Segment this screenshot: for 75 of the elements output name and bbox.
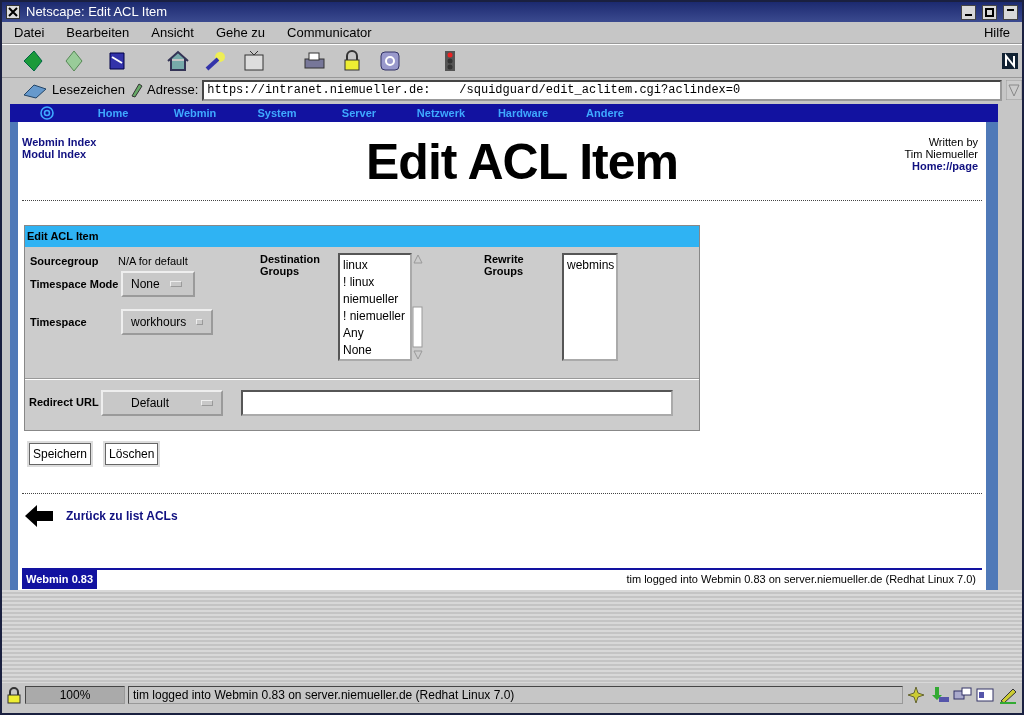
list-option[interactable]: Any xyxy=(343,324,407,342)
netscape-logo-icon xyxy=(1002,53,1018,69)
home-page-link[interactable]: Home://page xyxy=(912,160,978,172)
minimize-button[interactable] xyxy=(961,4,976,20)
field-label: Destination Groups xyxy=(260,252,321,279)
select-value: None xyxy=(131,276,160,293)
list-option[interactable]: webmins xyxy=(567,256,613,274)
field-value: N/A for default xyxy=(118,253,188,269)
nav-link[interactable]: Netzwerk xyxy=(400,104,482,122)
list-option[interactable]: None xyxy=(343,341,407,359)
menu-item[interactable]: Bearbeiten xyxy=(66,22,130,43)
sparkle-icon[interactable] xyxy=(906,685,926,705)
list-option[interactable]: niemueller xyxy=(343,290,407,308)
menu-item[interactable]: Ansicht xyxy=(151,22,194,43)
index-link[interactable]: Webmin Index xyxy=(22,136,142,148)
bookmark-icon[interactable] xyxy=(22,81,48,99)
select-value: workhours xyxy=(131,314,187,331)
field-label: Redirect URL xyxy=(29,395,100,411)
address-card-icon[interactable] xyxy=(975,685,995,705)
minimize-icon xyxy=(965,13,972,16)
nav-link[interactable]: Server xyxy=(318,104,400,122)
field-label: Timespace xyxy=(30,314,88,330)
status-message: tim logged into Webmin 0.83 on server.niemueller.de (Redhat Linux 7.0) xyxy=(128,686,903,704)
search-icon[interactable] xyxy=(204,49,228,73)
timespace-mode-select[interactable]: None xyxy=(121,271,195,297)
address-label: Adresse: xyxy=(147,81,199,100)
list-option[interactable]: linux xyxy=(343,256,407,274)
bookmarks-button[interactable]: Lesezeichen xyxy=(52,80,125,100)
list-option[interactable]: ! linux xyxy=(343,273,407,291)
left-arrow-icon[interactable] xyxy=(24,503,54,528)
nav-link[interactable]: Hardware xyxy=(482,104,564,122)
page-title: Edit ACL Item xyxy=(366,136,678,188)
home-icon[interactable] xyxy=(166,49,190,73)
field-label: Rewrite Groups xyxy=(484,252,525,279)
address-field[interactable]: https://intranet.niemueller.de: /squidguard/edit_aclitem.cgi?aclindex=0 xyxy=(202,79,1002,101)
shade-button[interactable] xyxy=(1003,4,1018,20)
maximize-button[interactable] xyxy=(982,4,997,20)
timespace-select[interactable]: workhours xyxy=(121,309,213,335)
list-option[interactable]: ! niemueller xyxy=(343,307,407,325)
window-title: Netscape: Edit ACL Item xyxy=(26,3,168,22)
rewrite-groups-list[interactable]: webmins xyxy=(562,252,618,361)
zoom-level: 100% xyxy=(25,686,125,704)
menu-item[interactable]: Communicator xyxy=(287,22,372,43)
author-name: Tim Niemueller xyxy=(904,148,978,160)
nav-link[interactable]: Webmin xyxy=(154,104,236,122)
menu-item[interactable]: Datei xyxy=(14,22,45,43)
nav-link[interactable]: System xyxy=(236,104,318,122)
written-by-text: Written by xyxy=(928,136,978,148)
close-icon[interactable] xyxy=(6,5,20,19)
form-button[interactable]: Speichern xyxy=(29,442,92,465)
field-label: Timespace Mode xyxy=(30,276,120,292)
tv-icon[interactable] xyxy=(242,49,266,73)
login-info: tim logged into Webmin 0.83 on server.niemueller.de (Redhat Linux 7.0) xyxy=(626,571,976,587)
version-badge: Webmin 0.83 xyxy=(22,569,98,589)
index-link[interactable]: Modul Index xyxy=(22,148,142,160)
back-link[interactable]: Zurück zu list ACLs xyxy=(66,509,178,522)
pencil-icon xyxy=(129,82,143,98)
nav-link[interactable]: Home xyxy=(72,104,154,122)
maximize-icon xyxy=(985,7,994,17)
dropdown-knob-icon xyxy=(169,281,182,287)
field-label: Sourcegroup xyxy=(30,253,100,269)
select-value: Default xyxy=(131,394,170,412)
destination-groups-list[interactable]: linux ! linux niemueller ! niemueller Any None xyxy=(338,252,412,361)
panel-header: Edit ACL Item xyxy=(25,226,699,247)
nav-link[interactable]: Andere xyxy=(564,104,646,122)
shade-icon xyxy=(1007,8,1014,11)
redirect-url-field[interactable] xyxy=(241,389,673,416)
menu-item[interactable]: Gehe zu xyxy=(215,22,266,43)
redirect-mode-select[interactable]: Default xyxy=(101,389,223,416)
dropdown-knob-icon xyxy=(196,319,203,325)
scrollbar[interactable] xyxy=(412,252,424,361)
form-button[interactable]: Löschen xyxy=(105,442,159,465)
help-menu[interactable]: Hilfe xyxy=(984,22,1010,43)
lock-icon[interactable] xyxy=(6,686,22,704)
dropdown-knob-icon xyxy=(201,399,213,406)
